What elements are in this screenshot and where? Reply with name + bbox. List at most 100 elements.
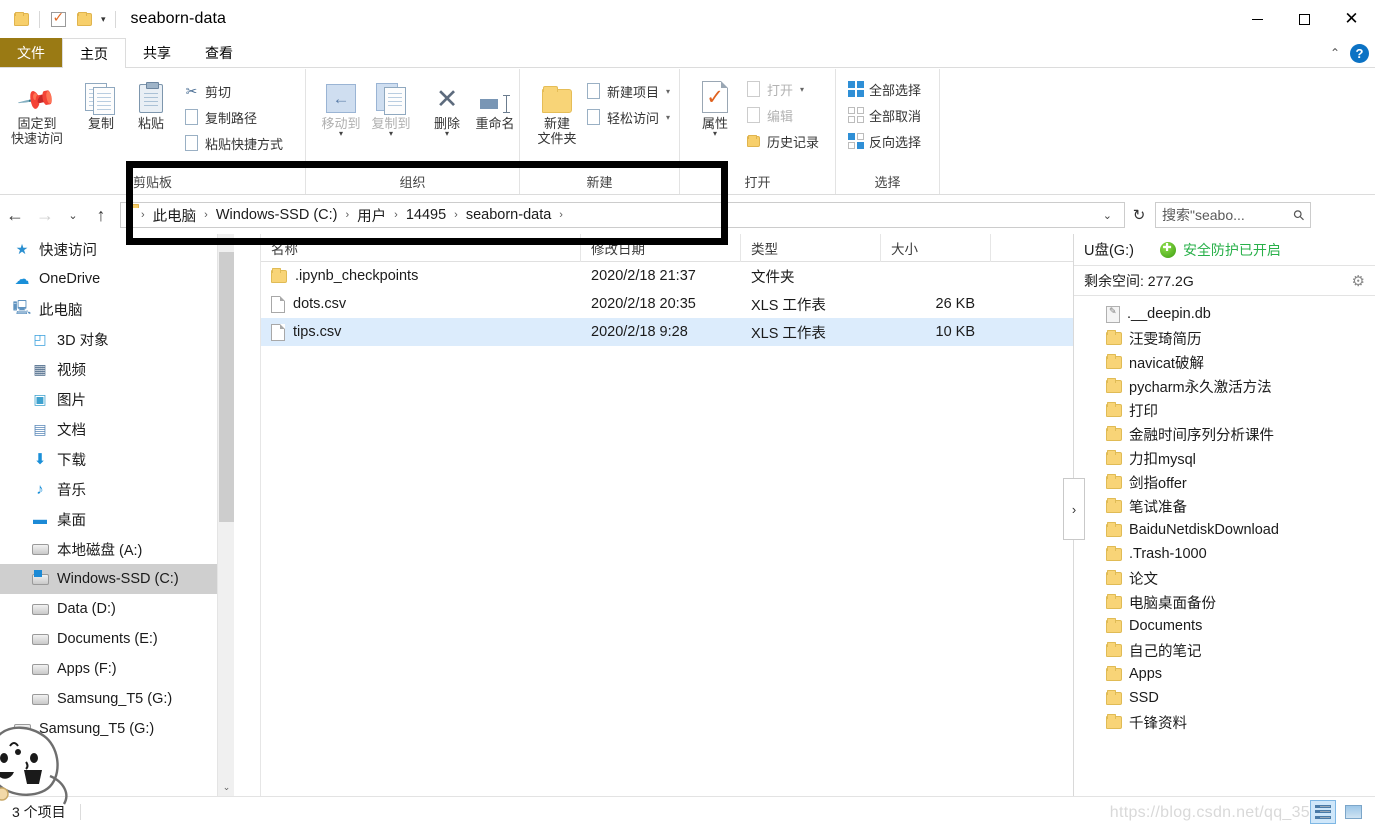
navigation-scrollbar[interactable]: ⌃ ⌄ <box>217 234 234 796</box>
new-folder-button[interactable]: 新建 文件夹 <box>526 75 588 146</box>
close-button[interactable]: ✕ <box>1328 0 1375 38</box>
tab-file[interactable]: 文件 <box>0 38 62 67</box>
sidebar-item[interactable]: ▤ 文档 <box>0 414 234 444</box>
sidebar-item[interactable]: ◰ 3D 对象 <box>0 324 234 354</box>
tab-home[interactable]: 主页 <box>62 38 126 68</box>
new-item-caret-icon[interactable]: ▾ <box>666 87 670 96</box>
new-item-button[interactable]: 新建项目 ▾ <box>582 79 673 103</box>
folder-icon[interactable] <box>8 6 34 32</box>
history-button[interactable]: 历史记录 <box>742 129 822 153</box>
scroll-down-icon[interactable]: ⌄ <box>218 779 234 796</box>
breadcrumb-item-2[interactable]: 用户 <box>353 203 390 228</box>
recent-locations-button[interactable]: ⌄ <box>60 200 86 230</box>
list-item[interactable]: Documents <box>1074 614 1375 638</box>
scroll-up-icon[interactable]: ⌃ <box>218 234 234 251</box>
up-button[interactable]: ↑ <box>86 200 116 230</box>
column-header-size[interactable]: 大小 <box>881 233 991 262</box>
scrollbar-thumb[interactable] <box>219 252 234 522</box>
tab-share[interactable]: 共享 <box>126 38 188 67</box>
sidebar-item[interactable]: Samsung_T5 (G:) <box>0 714 234 744</box>
sidebar-item[interactable]: Samsung_T5 (G:) <box>0 684 234 714</box>
forward-button[interactable]: → <box>30 200 60 230</box>
breadcrumb-separator[interactable]: › <box>390 209 402 221</box>
breadcrumb-separator[interactable]: › <box>555 209 567 221</box>
list-item[interactable]: 金融时间序列分析课件 <box>1074 422 1375 446</box>
table-row[interactable]: dots.csv 2020/2/18 20:35 XLS 工作表 26 KB <box>261 290 1073 318</box>
sidebar-item[interactable]: Documents (E:) <box>0 624 234 654</box>
breadcrumb-separator[interactable]: › <box>200 209 212 221</box>
back-button[interactable]: ← <box>0 200 30 230</box>
sidebar-item[interactable]: ▣ 图片 <box>0 384 234 414</box>
breadcrumb-item-0[interactable]: 此电脑 <box>149 203 201 228</box>
sidebar-item[interactable]: Apps (F:) <box>0 654 234 684</box>
sidebar-item[interactable]: ♪ 音乐 <box>0 474 234 504</box>
paste-button[interactable]: 粘贴 <box>120 75 182 131</box>
select-all-button[interactable]: 全部选择 <box>844 77 924 101</box>
thumbnail-view-icon[interactable] <box>1341 801 1365 823</box>
column-header-type[interactable]: 类型 <box>741 233 881 262</box>
list-item[interactable]: BaiduNetdiskDownload <box>1074 518 1375 542</box>
list-item[interactable]: 自己的笔记 <box>1074 638 1375 662</box>
breadcrumb-separator[interactable]: › <box>342 209 354 221</box>
list-item[interactable]: navicat破解 <box>1074 350 1375 374</box>
cut-button[interactable]: ✂ 剪切 <box>180 79 234 103</box>
breadcrumb-dropdown-icon[interactable]: ⌄ <box>1095 209 1120 222</box>
properties-button[interactable]: ✓ 属性 ▾ <box>684 75 746 138</box>
copy-path-button[interactable]: 复制路径 <box>180 105 260 129</box>
sidebar-item[interactable]: ▬ 桌面 <box>0 504 234 534</box>
edit-button[interactable]: 编辑 <box>742 103 796 127</box>
checkbox-properties-icon[interactable] <box>45 6 71 32</box>
sidebar-item[interactable]: 本地磁盘 (A:) <box>0 534 234 564</box>
properties-caret-icon[interactable]: ▾ <box>684 129 746 138</box>
table-row[interactable]: tips.csv 2020/2/18 9:28 XLS 工作表 10 KB <box>261 318 1073 346</box>
sidebar-item[interactable]: ☁ OneDrive <box>0 264 234 294</box>
sidebar-item[interactable]: Windows-SSD (C:) <box>0 564 234 594</box>
list-item[interactable]: 千锋资料 <box>1074 710 1375 734</box>
customize-qat-caret-icon[interactable]: ▾ <box>97 14 110 24</box>
sidebar-item[interactable]: 🖳 此电脑 <box>0 294 234 324</box>
list-item[interactable]: 笔试准备 <box>1074 494 1375 518</box>
table-row[interactable]: .ipynb_checkpoints 2020/2/18 21:37 文件夹 <box>261 262 1073 290</box>
breadcrumb-item-1[interactable]: Windows-SSD (C:) <box>212 205 342 225</box>
new-folder-icon[interactable] <box>71 6 97 32</box>
collapse-ribbon-icon[interactable]: ⌃ <box>1330 46 1340 60</box>
copy-to-button[interactable]: 复制到 ▾ <box>360 75 422 138</box>
breadcrumb-separator[interactable]: › <box>450 209 462 221</box>
list-item[interactable]: 论文 <box>1074 566 1375 590</box>
sidebar-item[interactable]: ★ 快速访问 <box>0 234 234 264</box>
list-item[interactable]: .__deepin.db <box>1074 302 1375 326</box>
invert-selection-button[interactable]: 反向选择 <box>844 129 924 153</box>
help-icon[interactable]: ? <box>1350 43 1369 63</box>
list-item[interactable]: SSD <box>1074 686 1375 710</box>
list-item[interactable]: Apps <box>1074 662 1375 686</box>
sidebar-item[interactable]: ▦ 视频 <box>0 354 234 384</box>
breadcrumb[interactable]: › 此电脑 › Windows-SSD (C:) › 用户 › 14495 › … <box>120 202 1125 228</box>
select-none-button[interactable]: 全部取消 <box>844 103 924 127</box>
copy-to-caret-icon[interactable]: ▾ <box>360 129 422 138</box>
list-item[interactable]: pycharm永久激活方法 <box>1074 374 1375 398</box>
gear-icon[interactable]: ⚙ <box>1352 272 1365 290</box>
refresh-button[interactable]: ↻ <box>1125 202 1153 228</box>
easy-access-button[interactable]: 轻松访问 ▾ <box>582 105 673 129</box>
maximize-button[interactable] <box>1281 0 1328 38</box>
list-item[interactable]: 电脑桌面备份 <box>1074 590 1375 614</box>
column-header-name[interactable]: 名称 <box>261 233 581 262</box>
pin-to-quick-access-button[interactable]: 📌 固定到 快速访问 <box>6 75 68 146</box>
open-caret-icon[interactable]: ▾ <box>800 85 804 94</box>
search-input[interactable]: 搜索"seabo... ⚲ <box>1155 202 1311 228</box>
sidebar-item[interactable]: ⬇ 下载 <box>0 444 234 474</box>
list-item[interactable]: 剑指offer <box>1074 470 1375 494</box>
usb-pane-expander-button[interactable]: › <box>1063 478 1085 540</box>
details-view-icon[interactable] <box>1310 799 1336 824</box>
list-item[interactable]: .Trash-1000 <box>1074 542 1375 566</box>
list-item[interactable]: 打印 <box>1074 398 1375 422</box>
column-header-date[interactable]: 修改日期 <box>581 233 741 262</box>
list-item[interactable]: 汪雯琦简历 <box>1074 326 1375 350</box>
breadcrumb-item-3[interactable]: 14495 <box>402 205 450 225</box>
rename-button[interactable]: 重命名 <box>464 75 526 131</box>
open-button[interactable]: 打开 ▾ <box>742 77 807 101</box>
breadcrumb-item-4[interactable]: seaborn-data <box>462 205 555 225</box>
paste-shortcut-button[interactable]: 粘贴快捷方式 <box>180 131 286 155</box>
tab-view[interactable]: 查看 <box>188 38 250 67</box>
sidebar-item[interactable]: Data (D:) <box>0 594 234 624</box>
